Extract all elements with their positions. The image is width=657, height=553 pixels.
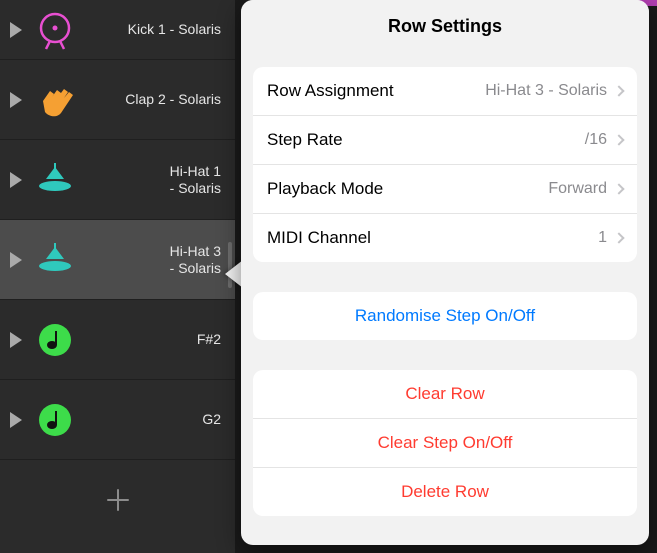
setting-value: /16 [585,131,607,149]
track-row[interactable]: Clap 2 - Solaris [0,60,235,140]
play-icon[interactable] [10,332,22,348]
setting-label: Playback Mode [267,179,548,199]
step-rate[interactable]: Step Rate /16 [253,116,637,165]
midi-channel[interactable]: MIDI Channel 1 [253,214,637,262]
row-assignment[interactable]: Row Assignment Hi-Hat 3 - Solaris [253,67,637,116]
track-label: Clap 2 - Solaris [82,91,225,108]
delete-row-button[interactable]: Delete Row [253,468,637,516]
danger-group: Clear Row Clear Step On/Off Delete Row [253,370,637,516]
clear-row-button[interactable]: Clear Row [253,370,637,419]
chevron-right-icon [613,232,624,243]
button-label: Randomise Step On/Off [267,306,623,326]
clear-step-button[interactable]: Clear Step On/Off [253,419,637,468]
note-icon [34,319,76,361]
track-list: Kick 1 - Solaris Clap 2 - Solaris Hi-Hat… [0,0,235,553]
play-icon[interactable] [10,92,22,108]
track-row[interactable]: F#2 [0,300,235,380]
track-label: G2 [82,411,225,428]
hihat-icon [34,159,76,201]
track-label: Hi-Hat 3 - Solaris [82,243,225,277]
track-row[interactable]: G2 [0,380,235,460]
popover-title: Row Settings [241,0,649,55]
chevron-right-icon [613,85,624,96]
button-label: Clear Row [267,384,623,404]
settings-group: Row Assignment Hi-Hat 3 - Solaris Step R… [253,67,637,262]
track-row-selected[interactable]: Hi-Hat 3 - Solaris [0,220,235,300]
randomise-group: Randomise Step On/Off [253,292,637,340]
setting-value: Hi-Hat 3 - Solaris [485,82,607,100]
track-row[interactable]: Kick 1 - Solaris [0,0,235,60]
setting-label: Step Rate [267,130,585,150]
track-label: Hi-Hat 1 - Solaris [82,163,225,197]
setting-value: Forward [548,180,607,198]
randomise-button[interactable]: Randomise Step On/Off [253,292,637,340]
clap-icon [34,79,76,121]
track-label: Kick 1 - Solaris [82,21,225,38]
kick-icon [34,9,76,51]
chevron-right-icon [613,134,624,145]
play-icon[interactable] [10,412,22,428]
note-icon [34,399,76,441]
button-label: Clear Step On/Off [267,433,623,453]
hihat-icon [34,239,76,281]
button-label: Delete Row [267,482,623,502]
play-icon[interactable] [10,22,22,38]
chevron-right-icon [613,183,624,194]
play-icon[interactable] [10,252,22,268]
setting-label: Row Assignment [267,81,485,101]
play-icon[interactable] [10,172,22,188]
track-label: F#2 [82,331,225,348]
setting-label: MIDI Channel [267,228,598,248]
add-row-button[interactable] [0,460,235,540]
setting-value: 1 [598,229,607,247]
track-row[interactable]: Hi-Hat 1 - Solaris [0,140,235,220]
playback-mode[interactable]: Playback Mode Forward [253,165,637,214]
row-settings-popover: Row Settings Row Assignment Hi-Hat 3 - S… [241,0,649,545]
